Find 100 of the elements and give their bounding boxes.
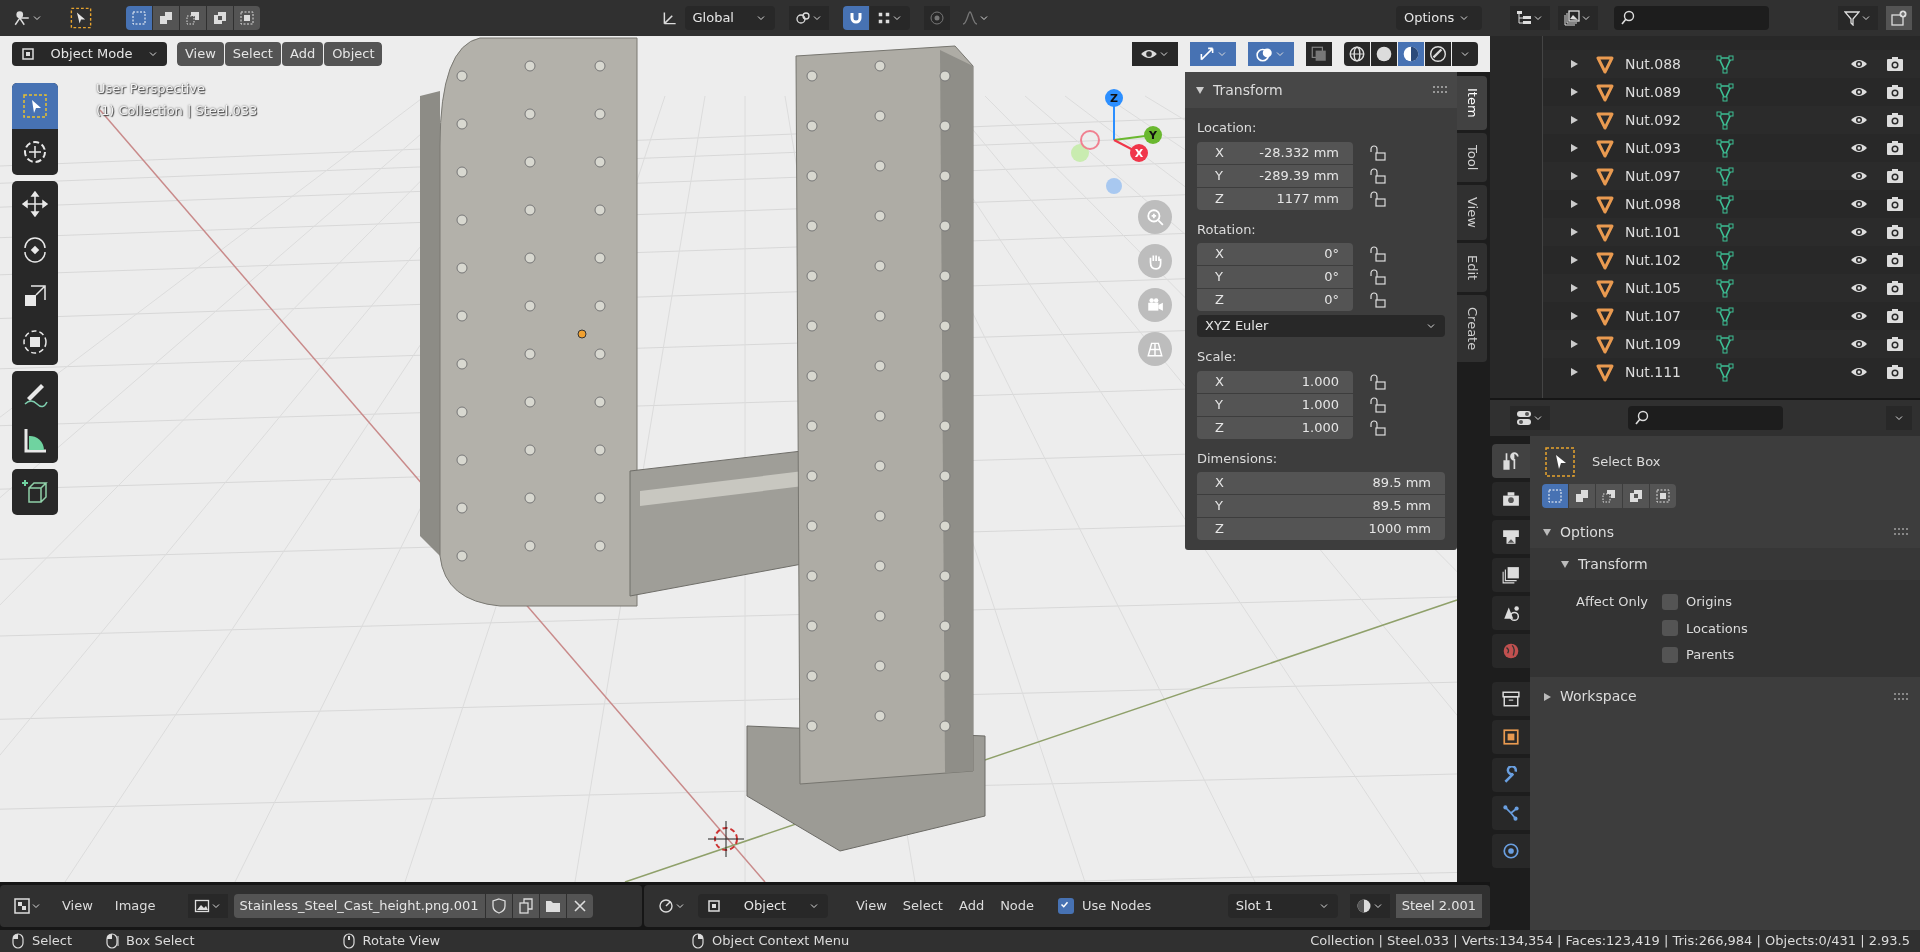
- object-name[interactable]: Nut.107: [1625, 305, 1705, 327]
- sidebar-tab[interactable]: Create: [1457, 294, 1487, 363]
- shading-mode-button[interactable]: [1425, 42, 1451, 66]
- object-name[interactable]: Nut.105: [1625, 277, 1705, 299]
- menu-button[interactable]: Node: [992, 894, 1043, 918]
- unlink-button[interactable]: [566, 894, 593, 918]
- view-layer-button[interactable]: [1558, 6, 1598, 30]
- image-name-field[interactable]: Stainless_Steel_Cast_height.png.001: [233, 894, 485, 918]
- new-collection-button[interactable]: [1886, 6, 1912, 30]
- number-field[interactable]: Z 1177 mm: [1197, 187, 1353, 210]
- select-mode-button[interactable]: [1650, 484, 1676, 508]
- number-field[interactable]: Y -289.39 mm: [1197, 164, 1353, 187]
- number-field[interactable]: X -28.332 mm: [1197, 141, 1353, 164]
- properties-tab[interactable]: [1492, 796, 1530, 830]
- viewport-toggle[interactable]: [1248, 42, 1294, 66]
- select-mode-button[interactable]: [1542, 484, 1568, 508]
- properties-tab[interactable]: [1492, 482, 1530, 516]
- navigation-gizmo[interactable]: Z Y X: [1071, 89, 1162, 194]
- active-tool-button[interactable]: [68, 6, 94, 30]
- menu-button[interactable]: View: [848, 894, 895, 918]
- shader-type-dropdown[interactable]: Object: [698, 894, 828, 918]
- shading-mode-button[interactable]: [1398, 42, 1424, 66]
- object-name[interactable]: Nut.109: [1625, 333, 1705, 355]
- number-field[interactable]: X 0°: [1197, 243, 1353, 265]
- menu-button[interactable]: Select: [894, 894, 951, 918]
- pivot-point-button[interactable]: [788, 6, 829, 30]
- object-name[interactable]: Nut.097: [1625, 165, 1705, 187]
- select-mode-button[interactable]: [234, 6, 260, 30]
- menu-button[interactable]: Object: [324, 42, 383, 66]
- number-field[interactable]: Y 89.5 mm: [1197, 495, 1445, 517]
- shading-mode-button[interactable]: [1371, 42, 1397, 66]
- number-field[interactable]: X 1.000: [1197, 370, 1353, 393]
- menu-button[interactable]: Add: [281, 42, 324, 66]
- browse-material-button[interactable]: [1349, 894, 1390, 918]
- use-nodes-checkbox[interactable]: [1058, 898, 1075, 914]
- select-mode-button[interactable]: [180, 6, 206, 30]
- viewport-toggle[interactable]: [1190, 42, 1236, 66]
- slot-dropdown[interactable]: Slot 1: [1227, 894, 1338, 918]
- checkbox[interactable]: [1662, 593, 1678, 610]
- menu-button[interactable]: View: [177, 42, 224, 66]
- panel-header[interactable]: Transform: [1185, 72, 1457, 108]
- subpanel-header[interactable]: Transform: [1530, 548, 1920, 580]
- sidebar-tab[interactable]: Tool: [1457, 132, 1487, 182]
- search-field[interactable]: [1614, 6, 1769, 30]
- editor-type-button[interactable]: [1510, 406, 1550, 430]
- properties-tab[interactable]: [1492, 520, 1530, 554]
- select-mode-button[interactable]: [207, 6, 233, 30]
- new-image-button[interactable]: [512, 894, 539, 918]
- select-mode-button[interactable]: [1596, 484, 1622, 508]
- checkbox[interactable]: [1662, 646, 1678, 663]
- snap-target-button[interactable]: [869, 6, 910, 30]
- sidebar-tab[interactable]: Item: [1457, 76, 1487, 130]
- properties-tab[interactable]: [1492, 596, 1530, 630]
- menu-button[interactable]: Image: [106, 894, 164, 918]
- filter-button[interactable]: [1838, 6, 1878, 30]
- menu-button[interactable]: Add: [950, 894, 993, 918]
- properties-tab[interactable]: [1492, 758, 1530, 792]
- ortho-toggle-button[interactable]: [1138, 332, 1172, 366]
- shading-options-button[interactable]: [1452, 42, 1478, 66]
- select-mode-button[interactable]: [1623, 484, 1649, 508]
- number-field[interactable]: Y 1.000: [1197, 393, 1353, 416]
- lock-toggle[interactable]: [1367, 243, 1389, 265]
- menu-button[interactable]: Select: [224, 42, 281, 66]
- sidebar-tab[interactable]: Edit: [1457, 242, 1487, 292]
- select-mode-button[interactable]: [126, 6, 152, 30]
- material-name-field[interactable]: Steel 2.001: [1395, 894, 1482, 918]
- menu-button[interactable]: View: [54, 894, 101, 918]
- object-name[interactable]: Nut.088: [1625, 53, 1705, 75]
- options-dropdown[interactable]: Options: [1396, 6, 1482, 30]
- number-field[interactable]: Z 0°: [1197, 289, 1353, 311]
- sidebar-tab[interactable]: View: [1457, 184, 1487, 240]
- snap-toggle[interactable]: [842, 6, 869, 30]
- shading-mode-button[interactable]: [1344, 42, 1370, 66]
- object-name[interactable]: Nut.098: [1625, 193, 1705, 215]
- object-name[interactable]: Nut.102: [1625, 249, 1705, 271]
- rotation-mode-dropdown[interactable]: XYZ Euler: [1197, 315, 1445, 337]
- object-name[interactable]: Nut.092: [1625, 109, 1705, 131]
- properties-tab[interactable]: [1492, 682, 1530, 716]
- proportional-edit-toggle[interactable]: [923, 6, 950, 30]
- viewport-toggle[interactable]: [1306, 42, 1332, 66]
- object-name[interactable]: Nut.093: [1625, 137, 1705, 159]
- object-name[interactable]: Nut.111: [1625, 361, 1705, 383]
- browse-image-button[interactable]: [187, 894, 228, 918]
- display-mode-button[interactable]: [1510, 6, 1550, 30]
- viewport-toggle[interactable]: [1132, 42, 1178, 66]
- object-name[interactable]: Nut.101: [1625, 221, 1705, 243]
- properties-tab[interactable]: [1492, 720, 1530, 754]
- checkbox[interactable]: [1662, 620, 1678, 637]
- number-field[interactable]: Z 1.000: [1197, 416, 1353, 439]
- fake-user-button[interactable]: [485, 894, 512, 918]
- select-mode-button[interactable]: [153, 6, 179, 30]
- lock-toggle[interactable]: [1367, 266, 1389, 288]
- object-name[interactable]: Nut.089: [1625, 81, 1705, 103]
- number-field[interactable]: X 89.5 mm: [1197, 472, 1445, 494]
- number-field[interactable]: Y 0°: [1197, 266, 1353, 288]
- properties-tab[interactable]: [1492, 444, 1530, 478]
- properties-tab[interactable]: [1492, 558, 1530, 592]
- orientation-dropdown[interactable]: Global: [684, 6, 775, 30]
- open-image-button[interactable]: [539, 894, 566, 918]
- number-field[interactable]: Z 1000 mm: [1197, 518, 1445, 540]
